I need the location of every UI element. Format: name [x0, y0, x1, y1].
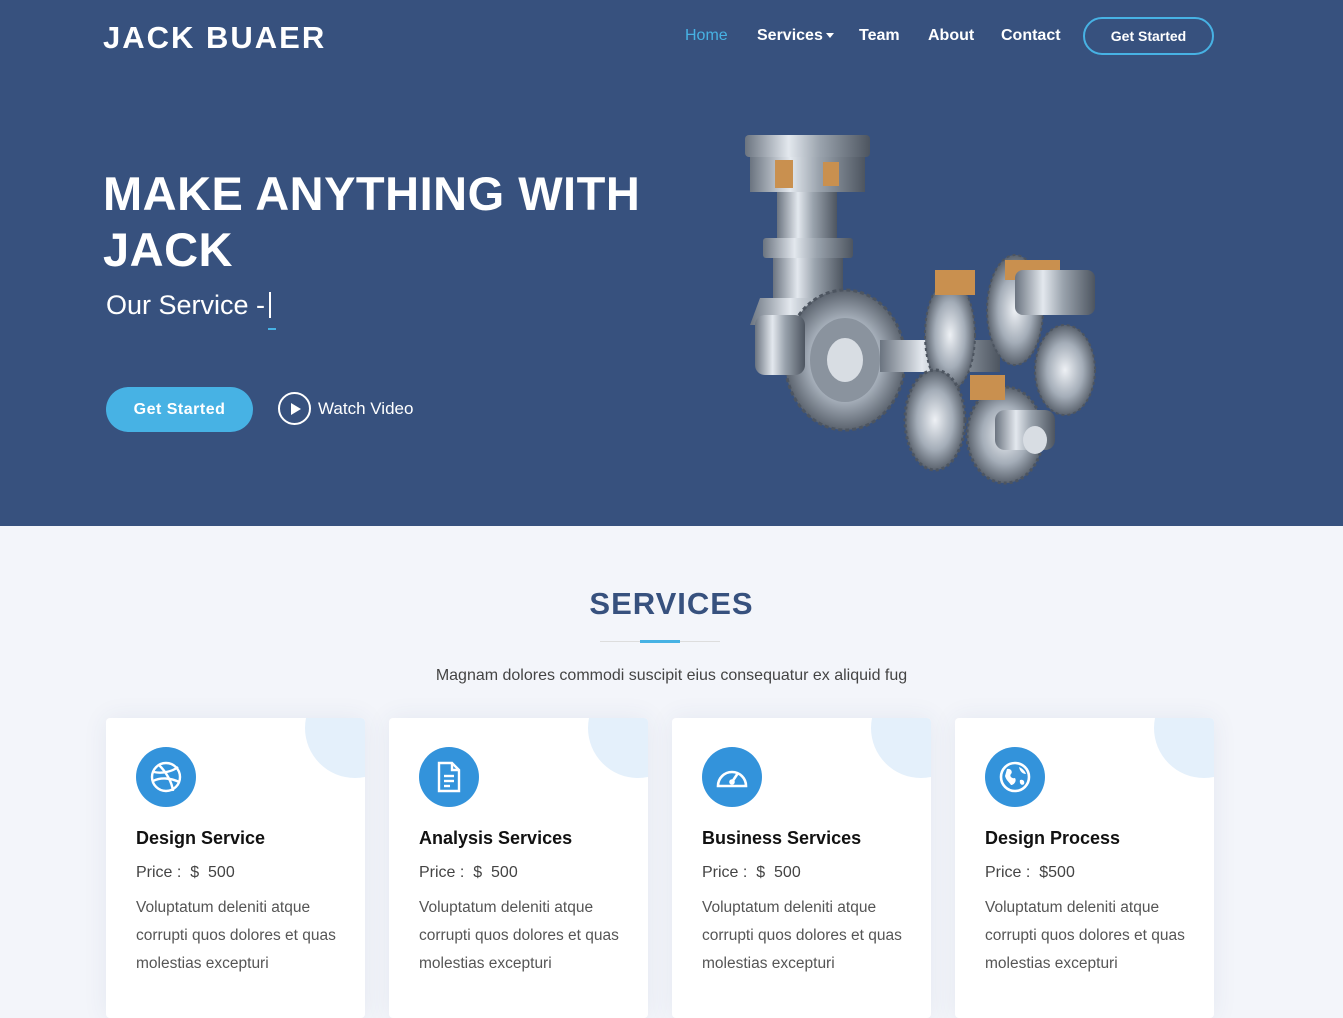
- card-price: Price : $ 500: [136, 864, 235, 882]
- card-title: Business Services: [702, 828, 862, 848]
- nav-get-started-button[interactable]: Get Started: [1083, 17, 1214, 55]
- service-card[interactable]: Business Services Price : $ 500 Voluptat…: [672, 718, 931, 1018]
- price-value: 500: [774, 864, 801, 881]
- card-decoration: [871, 718, 931, 778]
- hero-get-started-button[interactable]: Get Started: [106, 387, 253, 432]
- nav-services[interactable]: Services: [757, 27, 834, 45]
- price-label: Price :: [985, 864, 1031, 881]
- nav-contact[interactable]: Contact: [1001, 27, 1061, 45]
- card-text: Voluptatum deleniti atque corrupti quos …: [136, 899, 336, 972]
- price-currency: $: [190, 864, 200, 881]
- hero-title: MAKE ANYTHING WITH JACK: [103, 167, 641, 276]
- card-title: Analysis Services: [419, 828, 573, 848]
- speedometer-icon: [702, 747, 762, 807]
- services-title: SERVICES: [589, 586, 754, 621]
- card-decoration: [1154, 718, 1214, 778]
- card-title: Design Service: [136, 828, 266, 848]
- nav-team[interactable]: Team: [859, 27, 900, 45]
- hero-subtitle: Our Service -: [106, 290, 277, 330]
- price-value: 500: [208, 864, 235, 881]
- card-text: Voluptatum deleniti atque corrupti quos …: [985, 899, 1185, 972]
- card-title: Design Process: [985, 828, 1121, 848]
- price-currency: $: [1039, 864, 1049, 881]
- card-text: Voluptatum deleniti atque corrupti quos …: [702, 899, 902, 972]
- typing-cursor: [268, 292, 277, 330]
- price-value: 500: [491, 864, 518, 881]
- card-price: Price : $ 500: [419, 864, 518, 882]
- site-logo[interactable]: JACK BUAER: [103, 20, 326, 56]
- price-label: Price :: [419, 864, 465, 881]
- card-decoration: [588, 718, 648, 778]
- play-icon: [278, 392, 311, 425]
- watch-video-label: Watch Video: [318, 398, 414, 418]
- price-currency: $: [756, 864, 766, 881]
- service-card[interactable]: Analysis Services Price : $ 500 Voluptat…: [389, 718, 648, 1018]
- services-description: Magnam dolores commodi suscipit eius con…: [435, 667, 908, 684]
- card-text: Voluptatum deleniti atque corrupti quos …: [419, 899, 619, 972]
- service-card[interactable]: Design Service Price : $ 500 Voluptatum …: [106, 718, 365, 1018]
- hero-gear-illustration: [715, 120, 1115, 490]
- title-divider-accent: [640, 640, 680, 643]
- nav-home[interactable]: Home: [685, 27, 728, 45]
- card-price: Price : $ 500: [702, 864, 801, 882]
- dribbble-icon: [136, 747, 196, 807]
- price-currency: $: [473, 864, 483, 881]
- chevron-down-icon: [825, 33, 834, 39]
- price-label: Price :: [136, 864, 182, 881]
- hero-subtitle-text: Our Service -: [106, 290, 266, 320]
- nav-services-label: Services: [757, 27, 823, 44]
- service-card[interactable]: Design Process Price : $500 Voluptatum d…: [955, 718, 1214, 1018]
- price-value: 500: [1048, 864, 1075, 881]
- globe-icon: [985, 747, 1045, 807]
- file-icon: [419, 747, 479, 807]
- hero-section: JACK BUAER Home Services Team About Cont…: [0, 0, 1343, 526]
- card-decoration: [305, 718, 365, 778]
- nav-about[interactable]: About: [928, 27, 974, 45]
- card-price: Price : $500: [985, 864, 1075, 882]
- watch-video-link[interactable]: Watch Video: [278, 392, 413, 425]
- price-label: Price :: [702, 864, 748, 881]
